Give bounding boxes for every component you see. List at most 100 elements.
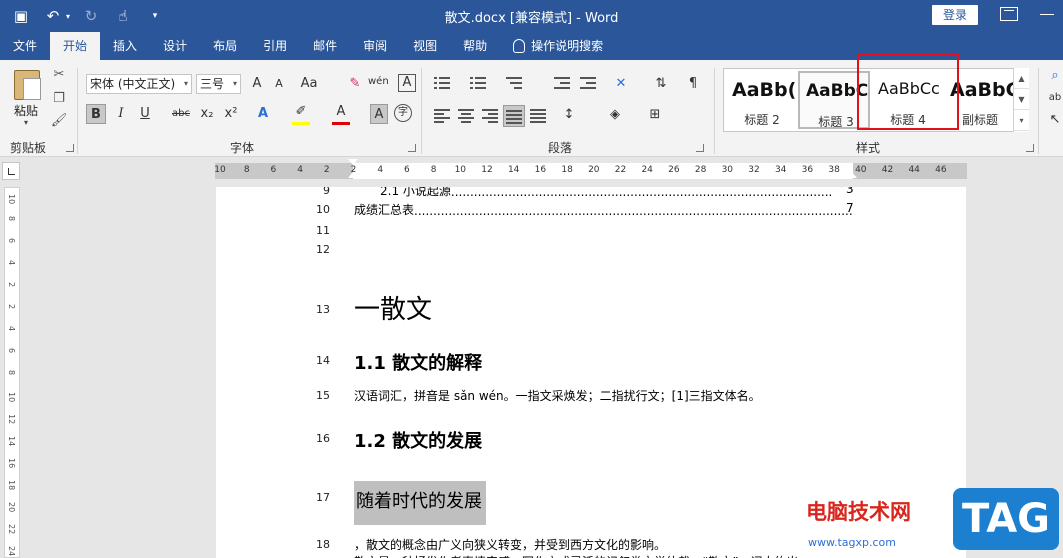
sort-icon[interactable]: ⇅ bbox=[652, 74, 670, 94]
font-color-button[interactable]: A bbox=[332, 102, 350, 122]
vruler-tick: 8 bbox=[7, 216, 16, 222]
clipboard-launcher-icon[interactable] bbox=[66, 144, 74, 152]
title-bar: ▣ ↶ ▾ ↻ ☝ ▾ 散文.docx [兼容模式] - Word 登录 bbox=[0, 0, 1063, 32]
ruler-tick: 20 bbox=[588, 165, 600, 175]
line-text[interactable]: 1.2 散文的发展 bbox=[354, 427, 482, 453]
tab-layout[interactable]: 布局 bbox=[200, 32, 250, 60]
text-effects-button[interactable]: A bbox=[254, 104, 272, 124]
underline-button[interactable]: U bbox=[136, 104, 154, 124]
align-left-icon[interactable] bbox=[434, 108, 450, 123]
show-marks-icon[interactable]: ¶ bbox=[684, 74, 702, 94]
replace-icon[interactable]: ab bbox=[1046, 88, 1063, 108]
shading-icon[interactable]: ◈ bbox=[606, 105, 624, 125]
line-text[interactable]: ，散文的概念由广义向狭义转变，并受到西方文化的影响。 bbox=[354, 536, 666, 553]
tab-selector[interactable] bbox=[2, 162, 20, 180]
align-center-icon[interactable] bbox=[458, 108, 474, 123]
login-button[interactable]: 登录 bbox=[932, 5, 978, 25]
increase-indent-icon[interactable] bbox=[580, 76, 596, 90]
font-launcher-icon[interactable] bbox=[408, 144, 416, 152]
tab-view[interactable]: 视图 bbox=[400, 32, 450, 60]
font-size-combo[interactable]: 三号 ▾ bbox=[196, 74, 241, 94]
tab-design[interactable]: 设计 bbox=[150, 32, 200, 60]
hanging-indent-marker[interactable] bbox=[348, 172, 358, 178]
copy-icon[interactable]: ❐ bbox=[50, 90, 68, 108]
font-color-bar bbox=[332, 122, 350, 125]
vruler-tick: 24 bbox=[7, 546, 16, 557]
strikethrough-button[interactable]: abc bbox=[172, 104, 190, 124]
minimize-icon[interactable] bbox=[1040, 14, 1054, 15]
chinese-layout-icon[interactable]: ✕ bbox=[612, 74, 630, 94]
chevron-down-icon[interactable]: ▼ bbox=[1014, 89, 1029, 110]
tab-references[interactable]: 引用 bbox=[250, 32, 300, 60]
find-icon[interactable]: ⌕ bbox=[1046, 66, 1063, 86]
styles-launcher-icon[interactable] bbox=[1026, 144, 1034, 152]
line-text[interactable]: 汉语词汇，拼音是 sǎn wén。一指文采焕发；二指扰行文；[1]三指文体名。 bbox=[354, 387, 761, 404]
style-heading-2[interactable]: AaBb( 标题 2 bbox=[726, 71, 798, 129]
subscript-button[interactable]: x₂ bbox=[198, 104, 216, 124]
paragraph-launcher-icon[interactable] bbox=[696, 144, 704, 152]
select-icon[interactable]: ↖ bbox=[1046, 110, 1063, 130]
font-name-combo[interactable]: 宋体 (中文正文) ▾ bbox=[86, 74, 192, 94]
line-text[interactable]: 1.1 散文的解释 bbox=[354, 349, 482, 375]
numbering-icon[interactable] bbox=[470, 76, 486, 90]
superscript-button[interactable]: x² bbox=[222, 104, 240, 124]
vruler-tick: 18 bbox=[7, 480, 16, 491]
clear-formatting-icon[interactable]: ✎ bbox=[346, 74, 364, 94]
multilevel-list-icon[interactable] bbox=[506, 76, 522, 90]
char-border-icon[interactable]: A bbox=[398, 74, 416, 92]
right-indent-marker[interactable] bbox=[847, 172, 857, 178]
bullets-icon[interactable] bbox=[434, 76, 450, 90]
line-spacing-icon[interactable]: ↕ bbox=[560, 105, 578, 125]
change-case-button[interactable]: Aa bbox=[300, 74, 318, 94]
line-number: 14 bbox=[316, 354, 330, 367]
highlight-color-icon[interactable]: ✐ bbox=[292, 102, 310, 122]
shrink-font-button[interactable]: A bbox=[270, 74, 288, 94]
tab-insert[interactable]: 插入 bbox=[100, 32, 150, 60]
tab-home[interactable]: 开始 bbox=[50, 32, 101, 60]
ruler-tick: 36 bbox=[801, 165, 814, 175]
more-styles-icon[interactable]: ▾ bbox=[1014, 110, 1029, 131]
distributed-icon[interactable] bbox=[530, 108, 546, 123]
phonetic-guide-button[interactable]: wén bbox=[368, 72, 389, 92]
ruler-tick: 8 bbox=[430, 165, 437, 175]
chevron-up-icon[interactable]: ▲ bbox=[1014, 68, 1029, 89]
line-text[interactable]: 成绩汇总表...................................… bbox=[354, 201, 854, 218]
enclose-chars-button[interactable]: 字 bbox=[394, 104, 412, 122]
italic-button[interactable]: I bbox=[112, 104, 130, 124]
toc-page-number: 3 bbox=[846, 187, 854, 196]
toc-leader: ........................................… bbox=[414, 204, 853, 218]
annotation-highlight-box bbox=[857, 54, 959, 130]
paste-icon[interactable] bbox=[14, 70, 41, 100]
line-text[interactable]: 散文是一种抒发作者真情实感、写作方式灵活的记叙类文学体裁。“散文”一词大约出 bbox=[354, 553, 798, 558]
vertical-ruler[interactable]: 10 8 6 4 2 2 4 6 8 10 12 14 16 18 20 22 24 bbox=[4, 187, 20, 558]
ribbon-display-options-icon[interactable] bbox=[1000, 7, 1018, 21]
toc-leader: ........................................… bbox=[450, 187, 831, 199]
tab-mailings[interactable]: 邮件 bbox=[300, 32, 350, 60]
decrease-indent-icon[interactable] bbox=[554, 76, 570, 90]
line-text[interactable]: 随着时代的发展 bbox=[354, 481, 486, 525]
align-right-icon[interactable] bbox=[482, 108, 498, 123]
bold-button[interactable]: B bbox=[86, 104, 106, 124]
ruler-tick: 22 bbox=[614, 165, 627, 175]
window-title: 散文.docx [兼容模式] - Word bbox=[444, 11, 619, 26]
format-painter-icon[interactable]: 🖌 bbox=[50, 112, 68, 130]
line-text[interactable]: 一散文 bbox=[354, 289, 432, 326]
justify-button[interactable] bbox=[503, 105, 525, 127]
vruler-tick: 16 bbox=[7, 458, 16, 469]
tab-review[interactable]: 审阅 bbox=[350, 32, 400, 60]
tell-me-search[interactable]: 操作说明搜索 bbox=[500, 32, 616, 60]
ruler-row: 10 8 6 4 2 2 4 6 8 10 12 14 16 18 20 22 24 26 28 30 32 34 36 38… bbox=[0, 158, 1063, 185]
paste-dropdown-icon[interactable]: ▾ bbox=[24, 118, 28, 127]
ruler-tick: 44 bbox=[908, 165, 920, 175]
first-line-indent-marker[interactable] bbox=[348, 159, 358, 165]
line-text[interactable]: 2.1 小说起源................................… bbox=[380, 187, 854, 199]
tab-help[interactable]: 帮助 bbox=[450, 32, 500, 60]
borders-icon[interactable]: ⊞ bbox=[646, 105, 664, 125]
tab-file[interactable]: 文件 bbox=[0, 32, 50, 60]
vruler-tick: 22 bbox=[7, 524, 16, 535]
cut-icon[interactable]: ✂ bbox=[50, 66, 68, 84]
paste-button-label[interactable]: 粘贴 bbox=[14, 102, 38, 119]
char-shading-button[interactable]: A bbox=[370, 104, 388, 124]
styles-gallery-scroll[interactable]: ▲ ▼ ▾ bbox=[1013, 68, 1029, 132]
grow-font-button[interactable]: A bbox=[248, 74, 266, 94]
